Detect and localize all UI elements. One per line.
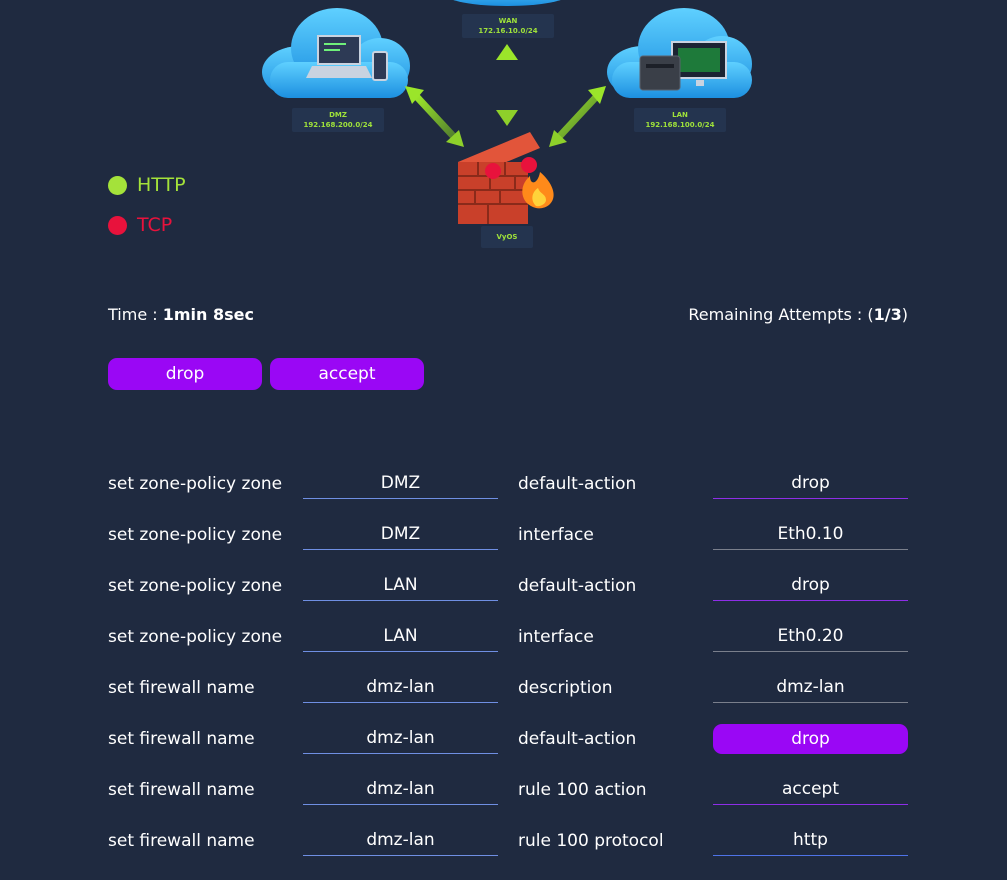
firewall-name-field: dmz-lan: [303, 724, 498, 754]
timer-value: 1min 8sec: [162, 305, 254, 324]
parameter-text: interface: [518, 525, 594, 545]
timer: Time : 1min 8sec: [108, 305, 254, 324]
tcp-dot-icon: [108, 215, 127, 235]
attempts-value: 1/3: [873, 305, 902, 324]
lan-cloud-icon: [607, 8, 752, 98]
remaining-attempts: Remaining Attempts : (1/3): [688, 305, 908, 324]
parameter-text: description: [518, 678, 613, 698]
value-drop-slot[interactable]: drop: [713, 571, 908, 601]
parameter-text: default-action: [518, 474, 637, 494]
zone-name-field: LAN: [303, 571, 498, 601]
parameter-text: default-action: [518, 576, 637, 596]
parameter-text: rule 100 protocol: [518, 831, 664, 851]
command-text: set zone-policy zone: [108, 525, 283, 545]
firewall-icon: [458, 132, 554, 224]
parameter-text: default-action: [518, 729, 637, 749]
firewall-name-field: dmz-lan: [303, 775, 498, 805]
legend-tcp-label: TCP: [137, 214, 173, 236]
value-drop-slot[interactable]: accept: [713, 775, 908, 805]
wan-cloud-icon: [453, 0, 561, 6]
drop-option-button[interactable]: drop: [108, 358, 262, 390]
firewall-name-field: dmz-lan: [303, 826, 498, 856]
attempts-label: Remaining Attempts : (: [688, 305, 874, 324]
legend-http: HTTP: [108, 174, 186, 196]
zone-name-field: DMZ: [303, 520, 498, 550]
wan-name: WAN: [498, 17, 518, 25]
parameter-text: interface: [518, 627, 594, 647]
firewall-name: VyOS: [496, 233, 518, 241]
config-row: set firewall name dmz-lan rule 100 actio…: [0, 775, 1007, 805]
command-text: set firewall name: [108, 831, 255, 851]
lan-name: LAN: [672, 111, 688, 119]
command-text: set zone-policy zone: [108, 474, 283, 494]
legend-http-label: HTTP: [137, 174, 186, 196]
value-field: Eth0.10: [713, 520, 908, 550]
zone-name-field: LAN: [303, 622, 498, 652]
legend-tcp: TCP: [108, 214, 172, 236]
config-row: set zone-policy zone LAN interface Eth0.…: [0, 622, 1007, 652]
lan-label: LAN 192.168.100.0/24: [634, 108, 726, 132]
value-field: Eth0.20: [713, 622, 908, 652]
config-row: set firewall name dmz-lan description dm…: [0, 673, 1007, 703]
zone-name-field: DMZ: [303, 469, 498, 499]
lan-link-arrow: [549, 86, 606, 147]
firewall-name-field: dmz-lan: [303, 673, 498, 703]
value-field: http: [713, 826, 908, 856]
command-text: set firewall name: [108, 678, 255, 698]
wan-label: WAN 172.16.10.0/24: [462, 14, 554, 38]
value-drop-slot[interactable]: drop: [713, 469, 908, 499]
attempts-close: ): [901, 305, 908, 324]
command-text: set firewall name: [108, 780, 255, 800]
dmz-cloud-icon: [262, 8, 410, 98]
config-row: set zone-policy zone DMZ default-action …: [0, 469, 1007, 499]
firewall-label: VyOS: [481, 226, 533, 248]
command-text: set zone-policy zone: [108, 627, 283, 647]
config-row: set firewall name dmz-lan rule 100 proto…: [0, 826, 1007, 856]
wan-link-arrow: [496, 44, 518, 126]
config-row: set zone-policy zone DMZ interface Eth0.…: [0, 520, 1007, 550]
parameter-text: rule 100 action: [518, 780, 647, 800]
config-row: set zone-policy zone LAN default-action …: [0, 571, 1007, 601]
dmz-label: DMZ 192.168.200.0/24: [292, 108, 384, 132]
command-text: set zone-policy zone: [108, 576, 283, 596]
timer-label: Time :: [108, 305, 163, 324]
http-dot-icon: [108, 175, 127, 195]
accept-option-button[interactable]: accept: [270, 358, 424, 390]
command-text: set firewall name: [108, 729, 255, 749]
lan-subnet: 192.168.100.0/24: [645, 121, 715, 129]
value-field: dmz-lan: [713, 673, 908, 703]
dmz-subnet: 192.168.200.0/24: [303, 121, 373, 129]
dmz-name: DMZ: [329, 111, 347, 119]
value-drop-slot-filled[interactable]: drop: [713, 724, 908, 754]
config-row: set firewall name dmz-lan default-action…: [0, 724, 1007, 754]
dmz-link-arrow: [405, 86, 464, 147]
wan-subnet: 172.16.10.0/24: [478, 27, 538, 35]
